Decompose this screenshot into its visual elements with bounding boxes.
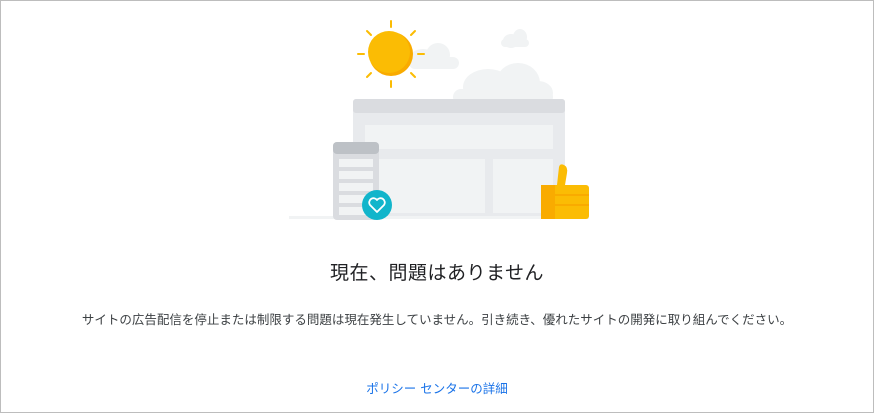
no-issues-panel: 現在、問題はありません サイトの広告配信を停止または制限する問題は現在発生してい… xyxy=(0,0,874,413)
status-description: サイトの広告配信を停止または制限する問題は現在発生していません。引き続き、優れた… xyxy=(81,312,793,327)
policy-center-link[interactable]: ポリシー センターの詳細 xyxy=(337,378,537,397)
status-title: 現在、問題はありません xyxy=(330,262,544,284)
cloud-icon xyxy=(409,29,553,105)
heart-icon xyxy=(362,190,392,220)
no-issues-illustration xyxy=(289,20,589,220)
